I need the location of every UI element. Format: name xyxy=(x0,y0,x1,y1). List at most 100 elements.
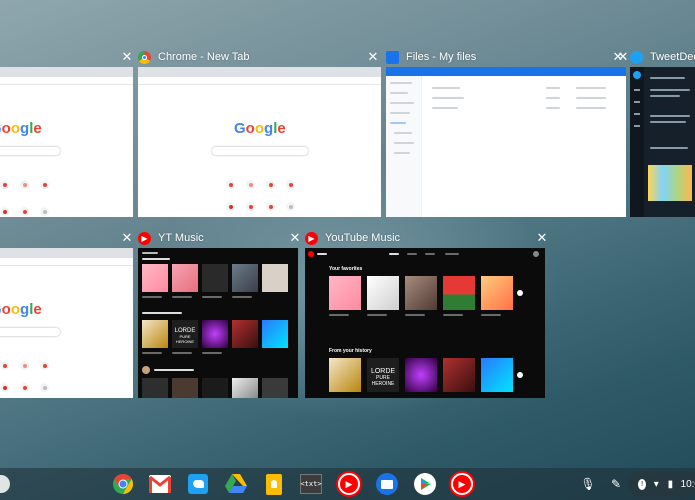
close-icon[interactable]: ✕ xyxy=(366,50,380,64)
avatar xyxy=(142,366,150,374)
window-header xyxy=(0,228,134,248)
window-title: Files - My files xyxy=(406,51,477,63)
shortcut-tile xyxy=(286,180,295,189)
tweet-line xyxy=(650,77,685,79)
file-row xyxy=(546,97,560,99)
status-area[interactable]: ! ▾ ▮ 10:0 xyxy=(628,471,695,497)
shelf-text-editor-icon[interactable]: <txt> xyxy=(299,472,323,496)
album-tile xyxy=(481,358,513,392)
album-tile xyxy=(262,320,288,348)
youtube-music-icon: ▶ xyxy=(338,473,360,495)
file-row xyxy=(576,107,606,109)
google-logo: Google xyxy=(0,120,42,137)
chrome-icon xyxy=(113,474,133,494)
shortcut-tile xyxy=(40,180,49,189)
album-tile xyxy=(232,264,258,292)
shortcut-tile xyxy=(246,202,255,211)
text-app-label: <txt> xyxy=(300,480,322,488)
window-thumbnail: Your favorites From your history LORDE P… xyxy=(305,248,545,398)
twitter-icon xyxy=(188,474,208,494)
shortcut-tile xyxy=(40,361,49,370)
tab-strip xyxy=(0,67,133,77)
album-tile xyxy=(232,320,258,348)
window-title: YouTube Music xyxy=(325,232,401,244)
file-row xyxy=(432,87,460,89)
stylus-pen-icon[interactable]: ✎ xyxy=(606,474,626,494)
address-bar xyxy=(138,77,381,85)
file-row xyxy=(432,107,458,109)
shelf-youtube-music-icon-2[interactable]: ▶ xyxy=(450,472,474,496)
album-tile xyxy=(142,320,168,348)
overview-window-tweetdeck[interactable]: TweetDeck ✕ xyxy=(618,47,695,220)
files-sidebar xyxy=(386,76,422,217)
tab-strip xyxy=(0,248,133,258)
album-tile: LORDE PURE HEROINE xyxy=(172,320,198,348)
tweet-line xyxy=(650,147,688,149)
shelf-google-drive-icon[interactable] xyxy=(224,472,248,496)
shelf-chrome-icon[interactable] xyxy=(111,472,135,496)
chevron-right-icon[interactable] xyxy=(517,290,523,296)
ytm-logo-mark xyxy=(308,251,314,257)
window-title: TweetDeck xyxy=(650,51,695,63)
google-keep-icon xyxy=(266,473,282,495)
album-tile xyxy=(202,378,228,398)
address-bar xyxy=(0,258,133,266)
google-logo: Google xyxy=(234,120,286,137)
album-artist-text: LORDE xyxy=(370,368,396,375)
album-title-text: PURE HEROINE xyxy=(371,375,395,387)
file-row xyxy=(432,97,464,99)
files-icon xyxy=(386,50,399,64)
album-tile xyxy=(443,358,475,392)
microphone-icon[interactable]: 🎙 xyxy=(578,474,598,494)
close-icon[interactable]: ✕ xyxy=(120,231,134,245)
tweet-line xyxy=(650,95,680,97)
album-tile: LORDE PURE HEROINE xyxy=(367,358,399,392)
youtube-music-icon: ▶ xyxy=(305,231,318,245)
overview-window-youtube-music[interactable]: ▶ YouTube Music ✕ Your favorites From yo… xyxy=(305,228,551,400)
window-header: Files - My files xyxy=(386,47,626,67)
clock: 10:0 xyxy=(680,478,695,490)
file-row xyxy=(576,87,606,89)
overview-window-files[interactable]: Files - My files ✕ xyxy=(386,47,626,220)
album-tile xyxy=(202,264,228,292)
shortcut-tile xyxy=(40,383,49,392)
shortcut-tile xyxy=(0,207,9,216)
chevron-right-icon[interactable] xyxy=(517,372,523,378)
overview-window-chrome-new-tab[interactable]: Chrome - New Tab ✕ Google xyxy=(138,47,382,220)
album-tile xyxy=(367,276,399,310)
shelf-files-icon[interactable] xyxy=(375,472,399,496)
youtube-music-icon: ▶ xyxy=(451,473,473,495)
shelf-twitter-icon[interactable] xyxy=(186,472,210,496)
shelf-youtube-music-icon[interactable]: ▶ xyxy=(337,472,361,496)
gmail-icon xyxy=(149,475,171,493)
shelf-gmail-icon[interactable] xyxy=(148,472,172,496)
shelf-google-keep-icon[interactable] xyxy=(262,472,286,496)
shortcut-tile xyxy=(226,180,235,189)
twitter-icon xyxy=(630,50,643,64)
google-drive-icon xyxy=(225,474,247,493)
close-icon[interactable]: ✕ xyxy=(535,231,549,245)
google-search-box xyxy=(0,328,60,336)
window-header: ▶ YT Music xyxy=(138,228,300,248)
close-icon[interactable]: ✕ xyxy=(120,50,134,64)
window-thumbnail: Google xyxy=(0,248,133,398)
window-header: ▶ YouTube Music xyxy=(305,228,551,248)
battery-icon: ▮ xyxy=(667,478,674,490)
notification-badge-icon: ! xyxy=(638,478,647,490)
overview-window-yt-music[interactable]: ▶ YT Music ✕ LORDE PURE HEROINE xyxy=(138,228,300,400)
file-row xyxy=(546,107,560,109)
close-icon[interactable]: ✕ xyxy=(288,231,302,245)
section-heading-from-history: From your history xyxy=(329,348,372,354)
album-tile xyxy=(142,378,168,398)
shelf-play-store-icon[interactable] xyxy=(413,472,437,496)
album-tile xyxy=(443,276,475,310)
window-header: Chrome - New Tab xyxy=(138,47,382,67)
file-row xyxy=(576,97,606,99)
shortcut-tile xyxy=(266,180,275,189)
album-tile xyxy=(405,358,437,392)
close-icon[interactable]: ✕ xyxy=(616,50,630,64)
shortcut-tile xyxy=(246,180,255,189)
overview-window-chrome-left-top[interactable]: ✕ Google xyxy=(0,47,134,220)
tweet-line xyxy=(650,89,690,91)
overview-window-chrome-left-bottom[interactable]: ✕ Google xyxy=(0,228,134,400)
